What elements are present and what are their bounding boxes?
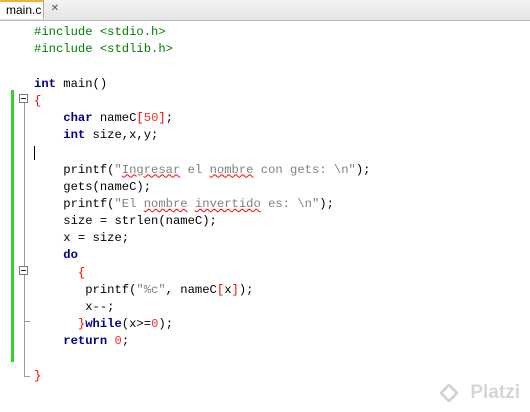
code-token: printf( <box>34 196 115 211</box>
code-token: #include <stdlib.h> <box>34 42 173 57</box>
code-line[interactable]: int main() <box>34 76 530 93</box>
code-token: { <box>34 93 42 108</box>
code-line[interactable] <box>34 58 530 75</box>
code-token: x <box>224 282 232 297</box>
code-editor[interactable]: #include <stdio.h> #include <stdlib.h> int… <box>0 21 530 412</box>
editor-tab-bar: main.c ✕ <box>0 0 530 21</box>
code-token: main() <box>55 76 108 91</box>
code-token: " <box>114 162 122 177</box>
code-line[interactable]: int size,x,y; <box>34 127 530 144</box>
code-line[interactable]: { <box>34 93 530 110</box>
code-token: #include <stdio.h> <box>34 25 166 39</box>
fold-toggle-main-icon[interactable] <box>19 94 28 103</box>
code-token: el <box>180 162 210 177</box>
code-line[interactable]: size = strlen(nameC); <box>34 213 530 230</box>
code-token: printf( <box>34 282 137 297</box>
close-icon[interactable]: ✕ <box>49 3 61 15</box>
code-token: invertido <box>194 196 261 211</box>
code-line[interactable]: do <box>34 247 530 264</box>
code-token: int <box>63 128 86 143</box>
tab-label: main.c <box>6 3 42 17</box>
platzi-watermark: Platzi <box>470 382 520 403</box>
code-line[interactable]: } <box>34 368 530 385</box>
code-token: { <box>77 265 86 280</box>
code-token: (x>= <box>121 317 152 332</box>
platzi-logo-icon <box>440 384 458 402</box>
code-token: Ingresar <box>121 162 181 177</box>
code-token: size = strlen(nameC); <box>34 214 217 229</box>
fold-toggle-do-icon[interactable] <box>19 266 28 275</box>
code-token: ); <box>158 317 174 332</box>
code-token: "%c" <box>136 282 166 297</box>
code-line[interactable]: return 0; <box>34 333 530 350</box>
editor-gutter <box>0 21 30 412</box>
code-token: while <box>85 317 122 332</box>
code-token: x = size; <box>34 231 130 246</box>
code-token: ] <box>231 282 239 297</box>
code-line[interactable] <box>34 351 530 368</box>
code-token: char <box>63 110 93 125</box>
code-token: gets(nameC); <box>34 179 152 194</box>
code-token: ] <box>158 110 166 125</box>
text-caret <box>34 146 35 161</box>
code-token: 0 <box>114 334 122 349</box>
code-token: ; <box>121 334 130 349</box>
code-token: ; <box>165 110 174 125</box>
code-token: ); <box>355 162 371 177</box>
code-token: con gets: \n" <box>253 162 356 177</box>
code-line[interactable]: gets(nameC); <box>34 179 530 196</box>
code-token: 50 <box>143 110 159 125</box>
code-token: nombre <box>143 196 188 211</box>
fold-end-main <box>24 376 30 377</box>
code-token: int <box>34 76 56 91</box>
code-token: } <box>34 368 42 383</box>
code-line[interactable]: printf("Ingresar el nombre con gets: \n"… <box>34 162 530 179</box>
code-token: do <box>63 248 78 263</box>
change-marker-bar <box>11 90 14 362</box>
code-line[interactable]: }while(x>=0); <box>34 316 530 333</box>
code-line[interactable] <box>34 144 530 161</box>
code-token: [ <box>136 110 144 125</box>
fold-end-do <box>24 321 30 322</box>
code-token: es: \n" <box>260 196 320 211</box>
tab-main-c[interactable]: main.c <box>0 0 44 19</box>
code-line[interactable]: { <box>34 265 530 282</box>
code-token: x--; <box>34 300 115 314</box>
code-token: return <box>63 334 108 349</box>
code-line[interactable]: x--; <box>34 299 530 316</box>
fold-line-main <box>24 103 25 376</box>
code-line[interactable]: printf("El nombre invertido es: \n"); <box>34 196 530 213</box>
code-token: ); <box>238 282 254 297</box>
code-line[interactable]: printf("%c", nameC[x]); <box>34 282 530 299</box>
code-token: nameC <box>92 110 137 125</box>
code-token: printf( <box>34 162 115 177</box>
code-line[interactable]: #include <stdlib.h> <box>34 41 530 58</box>
code-token: "El <box>114 196 144 211</box>
code-line[interactable]: char nameC[50]; <box>34 110 530 127</box>
code-token: , nameC <box>165 282 217 297</box>
code-token: size,x,y; <box>85 128 159 143</box>
code-line[interactable]: #include <stdio.h> <box>34 24 530 41</box>
code-token: ); <box>319 196 334 211</box>
code-line[interactable]: x = size; <box>34 230 530 247</box>
code-area[interactable]: #include <stdio.h> #include <stdlib.h> int… <box>34 21 530 385</box>
code-token: nombre <box>209 162 254 177</box>
